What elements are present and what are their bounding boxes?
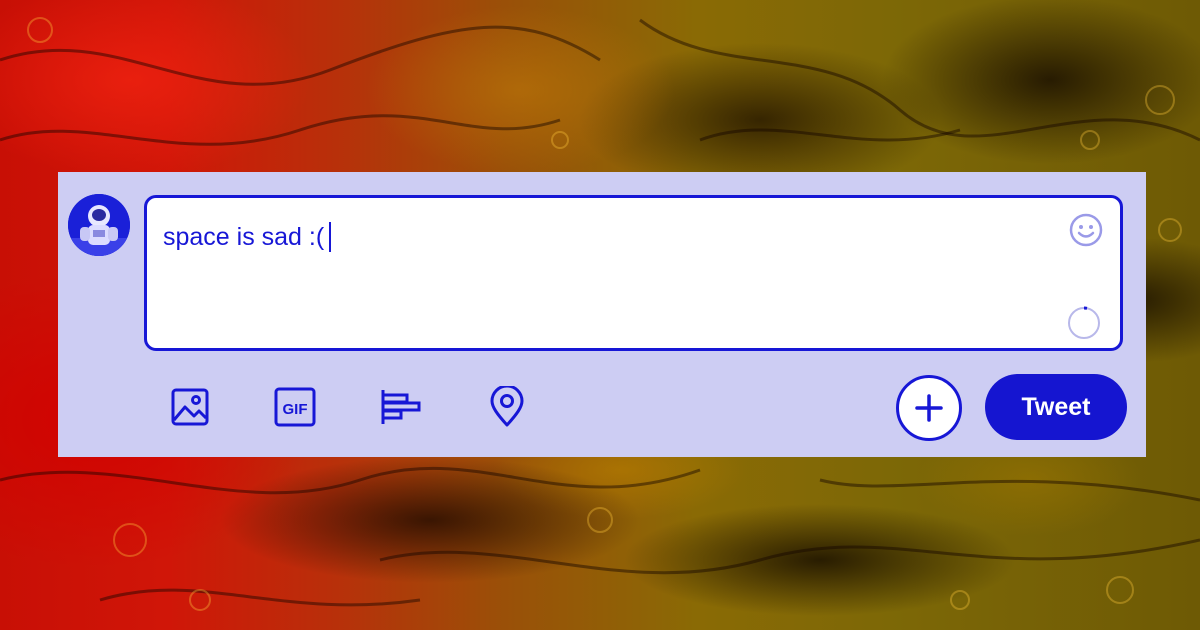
tweet-button[interactable]: Tweet [985, 374, 1127, 440]
image-icon [171, 388, 209, 426]
avatar[interactable] [68, 194, 130, 256]
add-gif-button[interactable]: GIF [273, 385, 317, 429]
add-poll-button[interactable] [379, 385, 423, 429]
emoji-button[interactable] [1068, 212, 1104, 248]
add-image-button[interactable] [168, 385, 212, 429]
svg-text:GIF: GIF [283, 401, 308, 418]
tweet-textarea[interactable]: space is sad :( [144, 195, 1123, 351]
poll-icon [381, 390, 421, 424]
astronaut-icon [68, 194, 130, 256]
tweet-text-value[interactable]: space is sad :( [163, 222, 332, 252]
tweet-composer: space is sad :( GIF Tweet [58, 172, 1146, 457]
gif-icon: GIF [274, 387, 316, 427]
add-thread-button[interactable] [896, 375, 962, 441]
add-location-button[interactable] [485, 385, 529, 429]
location-pin-icon [490, 386, 524, 427]
smiley-icon [1069, 213, 1103, 247]
text-caret [329, 222, 332, 252]
character-count-ring [1066, 305, 1102, 341]
progress-ring-icon [1068, 306, 1100, 339]
plus-icon [915, 394, 943, 422]
